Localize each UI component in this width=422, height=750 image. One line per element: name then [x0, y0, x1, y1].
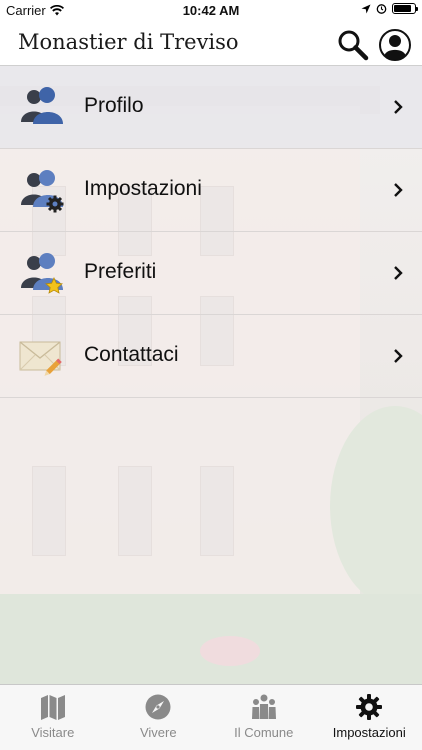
map-icon	[40, 695, 65, 720]
tab-visitare[interactable]: Visitare	[0, 685, 106, 750]
flower-bush	[200, 636, 260, 666]
menu-item-label: Profilo	[84, 94, 144, 117]
menu-item-impostazioni[interactable]: Impostazioni	[0, 149, 422, 232]
chevron-right-icon	[394, 100, 403, 114]
battery-icon	[392, 3, 418, 14]
chevron-right-icon	[394, 183, 403, 197]
window	[32, 466, 66, 556]
users-gear-icon	[21, 170, 64, 213]
location-arrow-icon	[361, 4, 371, 13]
compass-icon	[145, 694, 171, 720]
nav-bar: Monastier di Treviso	[0, 22, 422, 66]
status-bar: Carrier 10:42 AM	[0, 0, 422, 22]
window	[200, 466, 234, 556]
app-title: Monastier di Treviso	[18, 30, 239, 54]
carrier-label: Carrier	[6, 3, 46, 18]
tab-impostazioni[interactable]: Impostazioni	[317, 685, 422, 750]
menu-item-label: Impostazioni	[84, 177, 202, 200]
tab-il-comune[interactable]: Il Comune	[211, 685, 317, 750]
chevron-right-icon	[394, 349, 403, 363]
search-icon	[338, 30, 369, 61]
menu-item-contattaci[interactable]: Contattaci	[0, 315, 422, 398]
users-star-icon	[21, 253, 63, 294]
status-right	[361, 3, 418, 14]
menu-item-preferiti[interactable]: Preferiti	[0, 232, 422, 315]
menu-item-label: Preferiti	[84, 260, 157, 283]
menu-item-label: Contattaci	[84, 343, 179, 366]
profile-button[interactable]	[378, 28, 412, 62]
tab-label: Impostazioni	[332, 725, 406, 740]
users-icon	[21, 87, 63, 124]
user-profile-icon	[379, 29, 411, 61]
tab-vivere[interactable]: Vivere	[106, 685, 212, 750]
gear-icon	[356, 694, 383, 720]
tab-label: Vivere	[139, 725, 177, 740]
chevron-right-icon	[394, 266, 403, 280]
search-button[interactable]	[336, 28, 370, 62]
window	[118, 466, 152, 556]
tab-bar: Visitare Vivere Il Comune Impostazioni	[0, 684, 422, 750]
menu-item-profilo[interactable]: Profilo	[0, 66, 422, 149]
people-group-icon	[251, 694, 276, 719]
status-left: Carrier	[6, 3, 64, 18]
wifi-icon	[49, 5, 64, 16]
settings-menu: Profilo Impostazioni Preferiti Contattac…	[0, 66, 422, 398]
envelope-pencil-icon	[19, 341, 62, 376]
alarm-icon	[376, 4, 387, 14]
tab-label: Il Comune	[234, 725, 294, 740]
tab-label: Visitare	[31, 725, 75, 740]
